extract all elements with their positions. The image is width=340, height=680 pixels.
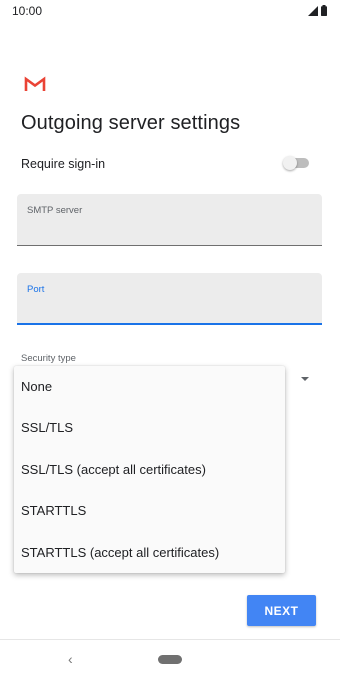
security-type-label: Security type [21, 353, 76, 364]
back-icon[interactable]: ‹ [68, 651, 73, 667]
require-signin-toggle[interactable] [283, 156, 309, 170]
smtp-server-field[interactable]: SMTP server [17, 194, 322, 246]
page-title: Outgoing server settings [21, 112, 241, 134]
menu-item-starttls-accept-all[interactable]: STARTTLS (accept all certificates) [14, 532, 285, 573]
status-time: 10:00 [12, 4, 43, 18]
menu-item-starttls[interactable]: STARTTLS [14, 490, 285, 531]
menu-item-ssl-tls-accept-all[interactable]: SSL/TLS (accept all certificates) [14, 449, 285, 490]
chevron-down-icon[interactable] [301, 377, 309, 381]
smtp-server-label: SMTP server [27, 205, 83, 216]
next-button[interactable]: NEXT [247, 595, 316, 626]
security-type-dropdown-menu: None SSL/TLS SSL/TLS (accept all certifi… [14, 366, 285, 573]
toggle-thumb [283, 156, 297, 170]
signal-icon [308, 5, 318, 16]
menu-item-none[interactable]: None [14, 366, 285, 407]
port-label: Port [27, 284, 45, 295]
nav-divider [0, 639, 340, 640]
status-bar: 10:00 [0, 0, 340, 24]
status-icons [308, 5, 327, 16]
menu-item-ssl-tls[interactable]: SSL/TLS [14, 407, 285, 448]
battery-icon [321, 5, 327, 16]
port-field[interactable]: Port [17, 273, 322, 325]
home-pill-icon[interactable] [158, 655, 182, 664]
require-signin-label: Require sign-in [21, 157, 106, 171]
gmail-logo-icon [24, 76, 46, 91]
